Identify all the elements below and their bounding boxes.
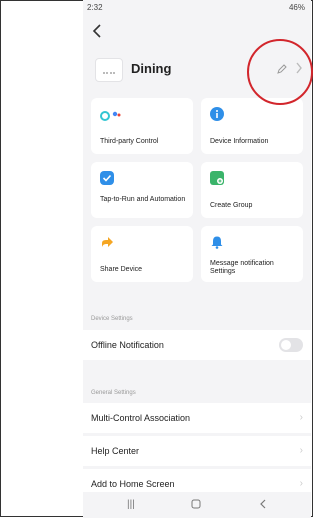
- card-tap-to-run[interactable]: Tap-to-Run and Automation: [91, 162, 193, 218]
- chevron-left-icon: [92, 24, 101, 38]
- status-bar: 2:32 46%: [83, 0, 311, 14]
- device-settings-title: Device Settings: [91, 316, 133, 322]
- group-icon: [210, 171, 224, 185]
- card-third-party-control[interactable]: Third-party Control: [91, 98, 193, 154]
- status-battery: 46%: [288, 3, 305, 12]
- card-label: Tap-to-Run and Automation: [100, 196, 186, 203]
- chevron-right-icon: ›: [299, 478, 303, 489]
- multi-control-label: Multi-Control Association: [91, 413, 191, 423]
- help-center-label: Help Center: [91, 446, 140, 456]
- annotation-circle: [247, 39, 313, 105]
- card-share-device[interactable]: Share Device: [91, 226, 193, 282]
- status-time: 2:32: [87, 3, 103, 12]
- add-home-screen-label: Add to Home Screen: [91, 479, 175, 489]
- card-create-group[interactable]: Create Group: [201, 162, 303, 218]
- card-label: Third-party Control: [100, 138, 159, 145]
- home-icon[interactable]: [191, 499, 201, 512]
- card-message-notification[interactable]: Message notification Settings: [201, 226, 303, 282]
- multi-control-row[interactable]: Multi-Control Association ›: [83, 403, 311, 433]
- card-label: Create Group: [210, 202, 253, 209]
- offline-notification-row[interactable]: Offline Notification: [83, 330, 311, 360]
- card-device-information[interactable]: Device Information: [201, 98, 303, 154]
- back-button[interactable]: [91, 24, 105, 40]
- assistant-icon: [100, 109, 122, 128]
- back-nav-icon[interactable]: [259, 499, 267, 512]
- system-nav-bar: |||: [83, 492, 311, 518]
- card-label: Message notification Settings: [210, 260, 274, 275]
- help-center-row[interactable]: Help Center ›: [83, 436, 311, 466]
- chevron-right-icon: ›: [299, 445, 303, 456]
- check-icon: [100, 171, 114, 185]
- recents-icon[interactable]: |||: [127, 499, 135, 510]
- info-icon: [210, 107, 224, 121]
- card-label: Share Device: [100, 266, 143, 273]
- card-label: Device Information: [210, 138, 269, 145]
- share-icon: [100, 235, 114, 254]
- general-settings-title: General Settings: [91, 390, 136, 396]
- offline-notification-label: Offline Notification: [91, 340, 164, 350]
- chevron-right-icon: ›: [299, 412, 303, 423]
- bell-icon: [210, 235, 224, 254]
- device-thumbnail: [95, 58, 123, 82]
- offline-notification-toggle[interactable]: [279, 338, 303, 352]
- device-name: Dining: [131, 61, 172, 76]
